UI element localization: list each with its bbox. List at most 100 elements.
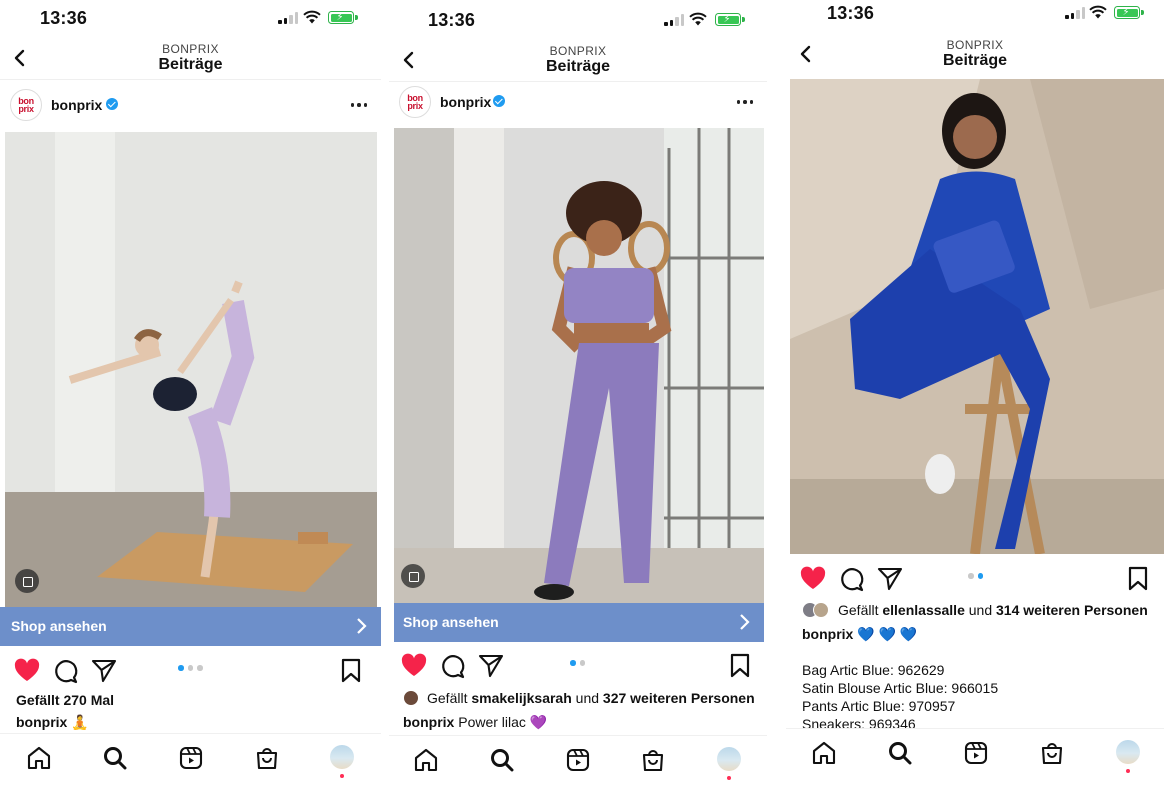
likes-username[interactable]: smakelijksarah: [471, 690, 571, 706]
likes-username[interactable]: ellenlassalle: [882, 602, 965, 618]
caption-text: Power lilac 💜: [454, 714, 548, 730]
shop-now-bar[interactable]: Shop ansehen: [394, 603, 764, 642]
account-avatar[interactable]: bon prix: [399, 86, 431, 118]
paper-plane-icon[interactable]: [90, 657, 118, 685]
heart-filled-icon[interactable]: [799, 565, 827, 593]
phone-screen-1: 13:36 ⚡ BONPRIX Beiträge bon prix bonprix: [0, 0, 381, 791]
bottom-tab-bar: [389, 735, 767, 791]
likes-count[interactable]: 314 weiteren Personen: [996, 602, 1148, 618]
post-header: bon prix bonprix: [0, 82, 381, 128]
notification-dot: [340, 774, 344, 778]
bookmark-icon[interactable]: [338, 657, 364, 685]
profile-avatar-icon[interactable]: [1116, 740, 1140, 764]
shopping-bag-icon[interactable]: [640, 747, 666, 773]
product-description: Bag Artic Blue: 962629 Satin Blouse Arti…: [802, 661, 998, 733]
home-icon[interactable]: [811, 740, 837, 766]
caption-username[interactable]: bonprix: [802, 626, 853, 642]
shopping-bag-icon[interactable]: [254, 745, 280, 771]
status-time: 13:36: [40, 8, 88, 28]
post-image[interactable]: [790, 79, 1164, 554]
home-icon[interactable]: [26, 745, 52, 771]
likes-text: Gefällt 270 Mal: [16, 692, 115, 708]
likes-summary[interactable]: Gefällt ellenlassalle und 314 weiteren P…: [838, 602, 1148, 618]
status-bar: 13:36 ⚡: [786, 0, 1164, 36]
chevron-right-icon: [357, 618, 367, 634]
comment-icon[interactable]: [438, 652, 466, 680]
header-account-name: BONPRIX: [549, 44, 607, 58]
caption-username[interactable]: bonprix: [403, 714, 454, 730]
wifi-icon: [1089, 5, 1107, 19]
caption-username[interactable]: bonprix: [16, 714, 67, 730]
more-options-icon[interactable]: [350, 103, 367, 107]
search-icon[interactable]: [102, 745, 128, 771]
phone-screen-2: 13:36 ⚡ BONPRIX Beiträge bon prix bonprix: [389, 0, 767, 791]
shopping-bag-icon[interactable]: [1039, 740, 1065, 766]
post-caption: bonprix 🧘: [16, 714, 89, 731]
chevron-right-icon: [740, 614, 750, 630]
cellular-signal-icon: [664, 14, 684, 26]
shop-now-bar[interactable]: Shop ansehen: [0, 607, 381, 646]
reels-icon[interactable]: [963, 740, 989, 766]
description-line: Bag Artic Blue: 962629: [802, 662, 945, 678]
blue-outfit-woman-illustration: [790, 79, 1164, 554]
likes-mid: und: [571, 690, 603, 706]
post-caption: bonprix Power lilac 💜: [403, 714, 547, 731]
shopping-tag-icon[interactable]: [15, 569, 39, 593]
paper-plane-icon[interactable]: [477, 652, 505, 680]
comment-icon[interactable]: [51, 657, 79, 685]
likes-count[interactable]: 327 weiteren Personen: [603, 690, 755, 706]
notification-dot: [1126, 769, 1130, 773]
carousel-indicator: [968, 573, 983, 579]
liker-avatar: [403, 690, 419, 706]
caption-text: 💙 💙 💙: [853, 626, 918, 642]
status-time: 13:36: [428, 10, 476, 30]
page-title: Beiträge: [545, 58, 611, 75]
likes-mid: und: [964, 602, 997, 618]
search-icon[interactable]: [489, 747, 515, 773]
post-image[interactable]: [5, 132, 377, 607]
likes-count[interactable]: Gefällt 270 Mal: [16, 692, 114, 708]
more-options-icon[interactable]: [736, 100, 753, 104]
verified-badge-icon: [493, 95, 505, 107]
notification-dot: [727, 776, 731, 780]
liked-by-avatars: [802, 602, 829, 618]
post-image[interactable]: [394, 128, 764, 603]
paper-plane-icon[interactable]: [876, 565, 904, 593]
brand-logo: bon prix: [18, 96, 34, 114]
home-icon[interactable]: [413, 747, 439, 773]
post-account-name[interactable]: bonprix: [440, 94, 491, 110]
wifi-icon: [303, 10, 321, 24]
liked-by-avatars: [403, 690, 419, 706]
shopping-tag-icon[interactable]: [401, 564, 425, 588]
page-header: BONPRIX Beiträge: [389, 42, 767, 82]
bookmark-icon[interactable]: [727, 652, 753, 680]
page-title: Beiträge: [158, 56, 223, 73]
battery-charging-icon: ⚡: [328, 11, 358, 24]
heart-filled-icon[interactable]: [13, 657, 41, 685]
profile-avatar-icon[interactable]: [330, 745, 354, 769]
post-actions: [389, 652, 767, 692]
page-title: Beiträge: [942, 52, 1008, 69]
comment-icon[interactable]: [837, 565, 865, 593]
phone-screen-3: 13:36 ⚡ BONPRIX Beiträge Gefällt ellenla…: [786, 0, 1164, 791]
battery-charging-icon: ⚡: [1114, 6, 1144, 19]
status-time: 13:36: [827, 3, 875, 23]
description-line: Satin Blouse Artic Blue: 966015: [802, 680, 999, 696]
cellular-signal-icon: [278, 12, 298, 24]
post-actions: [0, 657, 381, 697]
bookmark-icon[interactable]: [1125, 565, 1151, 593]
reels-icon[interactable]: [565, 747, 591, 773]
account-avatar[interactable]: bon prix: [10, 89, 42, 121]
header-account-name: BONPRIX: [162, 42, 219, 56]
header-account-name: BONPRIX: [946, 38, 1004, 52]
likes-summary[interactable]: Gefällt smakelijksarah und 327 weiteren …: [427, 690, 755, 706]
heart-filled-icon[interactable]: [400, 652, 428, 680]
search-icon[interactable]: [887, 740, 913, 766]
likes-prefix: Gefällt: [838, 602, 883, 618]
post-account-name[interactable]: bonprix: [51, 97, 102, 113]
reels-icon[interactable]: [178, 745, 204, 771]
profile-avatar-icon[interactable]: [717, 747, 741, 771]
description-line: Pants Artic Blue: 970957: [802, 698, 956, 714]
gym-rings-woman-illustration: [394, 128, 764, 603]
carousel-indicator: [178, 665, 203, 671]
